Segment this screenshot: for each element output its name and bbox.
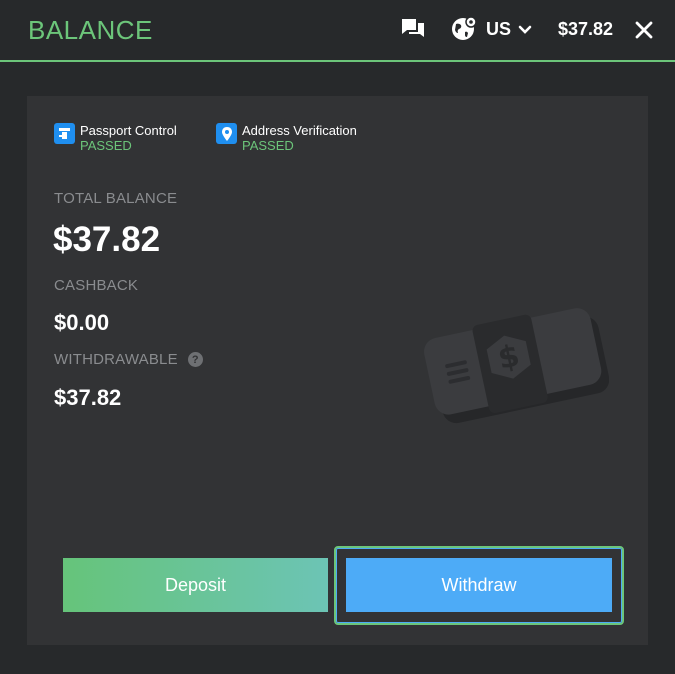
page-title: BALANCE	[28, 15, 153, 45]
withdrawable-label-row: WITHDRAWABLE ?	[54, 351, 203, 368]
chevron-down-icon	[518, 19, 532, 40]
verification-passport: Passport Control PASSED	[54, 123, 177, 153]
header-balance: $37.82	[558, 19, 614, 39]
cashback-value: $0.00	[54, 310, 110, 335]
total-balance-label: TOTAL BALANCE	[54, 190, 178, 207]
globe-icon[interactable]	[451, 16, 477, 47]
withdrawable-label: WITHDRAWABLE	[54, 351, 178, 368]
verification-label: Passport Control	[80, 123, 177, 138]
region-selector[interactable]: US	[486, 19, 532, 40]
verification-address: Address Verification PASSED	[216, 123, 357, 153]
verification-label: Address Verification	[242, 123, 357, 138]
region-label: US	[486, 19, 512, 39]
help-icon[interactable]: ?	[187, 352, 203, 367]
header-bar: BALANCE US $37.82	[0, 0, 675, 62]
verification-status: PASSED	[242, 138, 294, 153]
cash-stack-icon: $	[419, 288, 610, 433]
withdraw-button[interactable]: Withdraw	[346, 558, 612, 612]
balance-card: Passport Control PASSED Address Verifica…	[27, 96, 648, 645]
chat-icon[interactable]	[400, 17, 426, 46]
total-balance-value: $37.82	[53, 220, 161, 259]
deposit-button[interactable]: Deposit	[63, 558, 328, 612]
verification-status: PASSED	[80, 138, 132, 153]
close-icon[interactable]	[634, 20, 654, 45]
withdrawable-value: $37.82	[54, 385, 122, 410]
cashback-label: CASHBACK	[54, 277, 139, 294]
location-pin-icon	[216, 123, 237, 144]
passport-icon	[54, 123, 75, 144]
